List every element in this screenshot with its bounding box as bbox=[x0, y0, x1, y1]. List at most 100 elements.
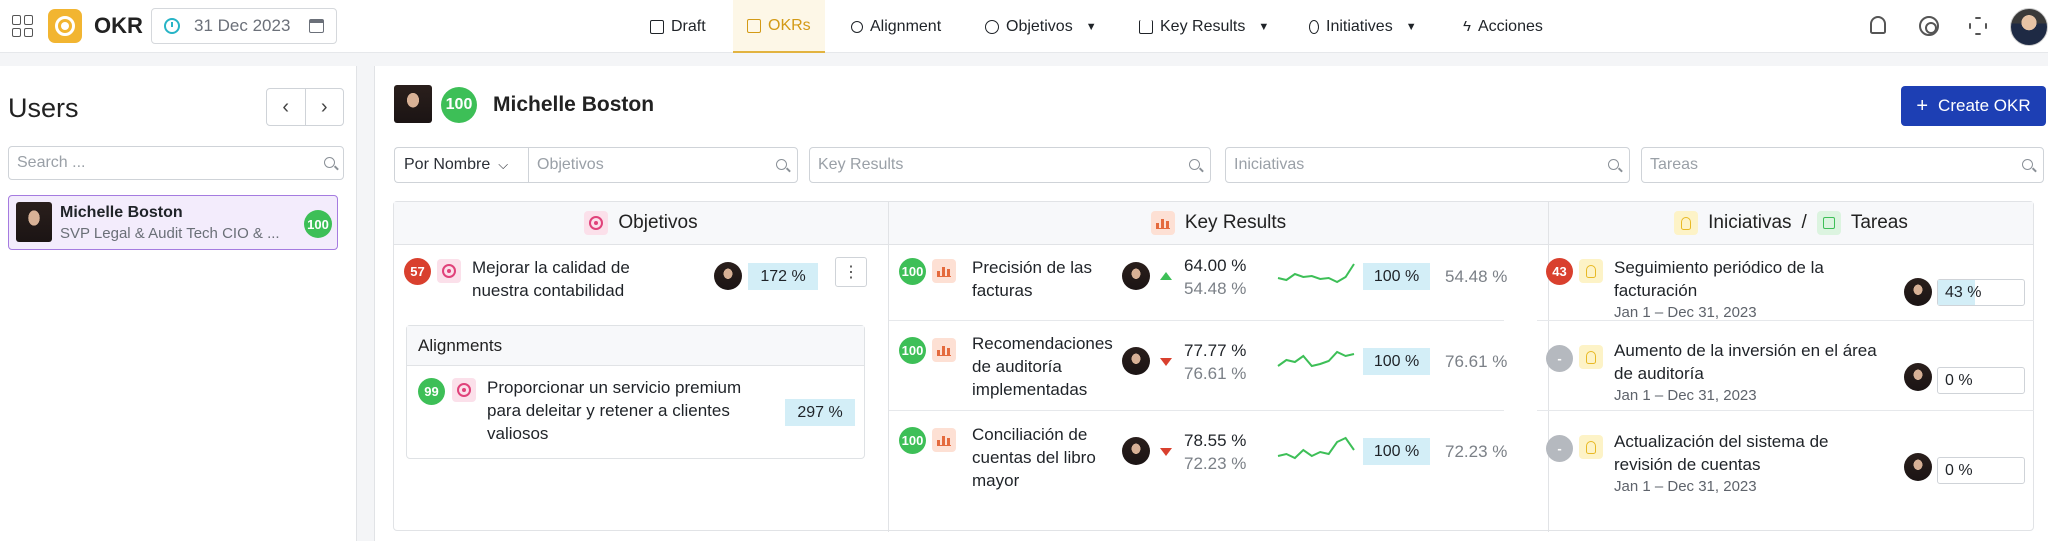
kr-current-value: 78.55 % bbox=[1184, 431, 1247, 450]
objective-title-line: nuestra contabilidad bbox=[472, 281, 625, 300]
kr-current-value: 77.77 % bbox=[1184, 341, 1247, 360]
objetivos-filter-placeholder: Objetivos bbox=[537, 156, 604, 173]
trend-down-icon bbox=[1160, 448, 1172, 456]
create-okr-button[interactable]: + Create OKR bbox=[1901, 86, 2046, 126]
calendar-icon[interactable] bbox=[309, 19, 324, 33]
user-name: Michelle Boston bbox=[60, 204, 183, 221]
person-photo bbox=[394, 85, 432, 123]
user-score-badge: 100 bbox=[304, 210, 332, 238]
key-results-filter-input[interactable]: Key Results bbox=[809, 147, 1211, 183]
date-picker[interactable]: 31 Dec 2023 bbox=[151, 8, 337, 44]
initiative-title[interactable]: Actualización del sistema de revisión de… bbox=[1614, 430, 1829, 476]
alignment-title-line: Proporcionar un servicio premium bbox=[487, 378, 742, 397]
nav-draft[interactable]: Draft bbox=[650, 0, 706, 53]
users-search-input[interactable]: Search ... bbox=[8, 146, 344, 180]
owner-avatar bbox=[1122, 262, 1150, 290]
owner-avatar bbox=[1122, 437, 1150, 465]
kr-previous-value: 76.61 % bbox=[1184, 364, 1247, 383]
initiative-dates: Jan 1 – Dec 31, 2023 bbox=[1614, 304, 1757, 321]
okr-board: Objetivos Key Results Iniciativas / Tare… bbox=[393, 201, 2034, 532]
alignment-title-line: para deleitar y retener a clientes bbox=[487, 401, 730, 420]
next-button[interactable]: › bbox=[306, 89, 344, 125]
kr-title-line: cuentas del libro bbox=[972, 448, 1096, 467]
column-divider bbox=[888, 202, 889, 532]
kr-score-badge: 100 bbox=[899, 258, 926, 285]
alignment-title[interactable]: Proporcionar un servicio premium para de… bbox=[487, 376, 741, 445]
clock-icon bbox=[164, 18, 180, 34]
initiative-percent: 43 % bbox=[1945, 283, 1982, 301]
okr-main-panel: 100 Michelle Boston + Create OKR Por Nom… bbox=[374, 66, 2048, 541]
fullscreen-icon[interactable] bbox=[1969, 17, 1987, 35]
row-divider bbox=[1537, 320, 2034, 321]
iniciativas-header-label: Iniciativas bbox=[1708, 212, 1792, 233]
previous-button[interactable]: ‹ bbox=[267, 89, 306, 125]
tareas-filter-input[interactable]: Tareas bbox=[1641, 147, 2044, 183]
plus-icon: + bbox=[1916, 94, 1929, 117]
kr-current-value: 64.00 % bbox=[1184, 256, 1247, 275]
objetivos-filter-input[interactable]: Objetivos bbox=[528, 147, 798, 183]
kr-title[interactable]: Recomendaciones de auditoría implementad… bbox=[972, 332, 1113, 401]
nav-objetivos-label: Objetivos bbox=[1006, 17, 1073, 35]
kr-score-badge: 100 bbox=[899, 427, 926, 454]
nav-initiatives[interactable]: Initiatives ▼ bbox=[1309, 0, 1417, 53]
nav-objetivos[interactable]: Objetivos ▼ bbox=[985, 0, 1097, 53]
objective-title-line: Mejorar la calidad de bbox=[472, 258, 630, 277]
iniciativas-filter-input[interactable]: Iniciativas bbox=[1225, 147, 1630, 183]
initiative-progress: 0 % bbox=[1937, 457, 2025, 484]
bar-chart-icon bbox=[1139, 19, 1153, 34]
bulb-icon bbox=[1579, 345, 1603, 369]
initiative-title-line: revisión de cuentas bbox=[1614, 455, 1761, 474]
kr-title-line: implementadas bbox=[972, 380, 1088, 399]
initiative-progress: 0 % bbox=[1937, 367, 2025, 394]
initiative-title[interactable]: Seguimiento periódico de la facturación bbox=[1614, 256, 1824, 302]
apps-grid-icon[interactable] bbox=[12, 15, 34, 37]
owner-avatar bbox=[1904, 278, 1932, 306]
nav-acciones[interactable]: ϟ Acciones bbox=[1463, 0, 1543, 53]
nav-okrs[interactable]: OKRs bbox=[733, 0, 825, 53]
kr-progress-pill: 100 % bbox=[1363, 348, 1430, 375]
bell-icon[interactable] bbox=[1870, 16, 1886, 34]
nav-key-results-label: Key Results bbox=[1160, 17, 1246, 35]
objetivos-header-label: Objetivos bbox=[618, 212, 698, 233]
kr-title-line: Precisión de las bbox=[972, 258, 1093, 277]
objetivos-header: Objetivos bbox=[394, 202, 888, 245]
header-separator: / bbox=[1801, 212, 1807, 233]
kr-title-line: Conciliación de bbox=[972, 425, 1088, 444]
initiative-title[interactable]: Aumento de la inversión en el área de au… bbox=[1614, 339, 1877, 385]
kr-title[interactable]: Conciliación de cuentas del libro mayor bbox=[972, 423, 1096, 492]
help-icon[interactable] bbox=[1919, 16, 1939, 36]
row-divider bbox=[1537, 410, 2034, 411]
users-pager: ‹ › bbox=[266, 88, 344, 126]
initiative-score-badge: - bbox=[1546, 435, 1573, 462]
alignment-title-line: valiosos bbox=[487, 424, 549, 443]
user-photo bbox=[16, 202, 52, 242]
alignment-score-badge: 99 bbox=[418, 378, 445, 405]
kr-progress-pill: 100 % bbox=[1363, 438, 1430, 465]
alignments-title: Alignments bbox=[407, 326, 864, 366]
initiative-percent: 0 % bbox=[1945, 461, 1973, 479]
kr-title[interactable]: Precisión de las facturas bbox=[972, 256, 1092, 302]
avatar[interactable] bbox=[2010, 8, 2048, 46]
objective-title[interactable]: Mejorar la calidad de nuestra contabilid… bbox=[472, 256, 630, 302]
bulb-icon bbox=[1309, 19, 1319, 34]
kr-target-value: 76.61 % bbox=[1445, 352, 1508, 371]
trend-down-icon bbox=[1160, 358, 1172, 366]
kr-previous-value: 54.48 % bbox=[1184, 279, 1247, 298]
target-icon bbox=[584, 211, 609, 235]
kr-sparkline bbox=[1277, 436, 1355, 460]
more-options-button[interactable]: ⋮ bbox=[835, 257, 867, 287]
nav-key-results[interactable]: Key Results ▼ bbox=[1139, 0, 1269, 53]
sort-select[interactable]: Por Nombre ⌵ bbox=[394, 147, 528, 183]
bulb-icon bbox=[1579, 259, 1603, 283]
owner-avatar bbox=[1904, 453, 1932, 481]
bar-chart-icon bbox=[1150, 211, 1175, 235]
kr-sparkline bbox=[1277, 263, 1355, 284]
user-card-selected[interactable]: Michelle Boston SVP Legal & Audit Tech C… bbox=[8, 195, 338, 250]
nav-alignment[interactable]: Alignment bbox=[851, 0, 941, 53]
initiative-score-badge: 43 bbox=[1546, 258, 1573, 285]
chevron-down-icon: ⌵ bbox=[498, 157, 509, 172]
search-icon bbox=[324, 157, 335, 168]
users-panel: Users ‹ › Search ... Michelle Boston SVP… bbox=[0, 66, 357, 541]
iniciativas-filter-placeholder: Iniciativas bbox=[1234, 156, 1305, 173]
initiative-title-line: de auditoría bbox=[1614, 364, 1704, 383]
